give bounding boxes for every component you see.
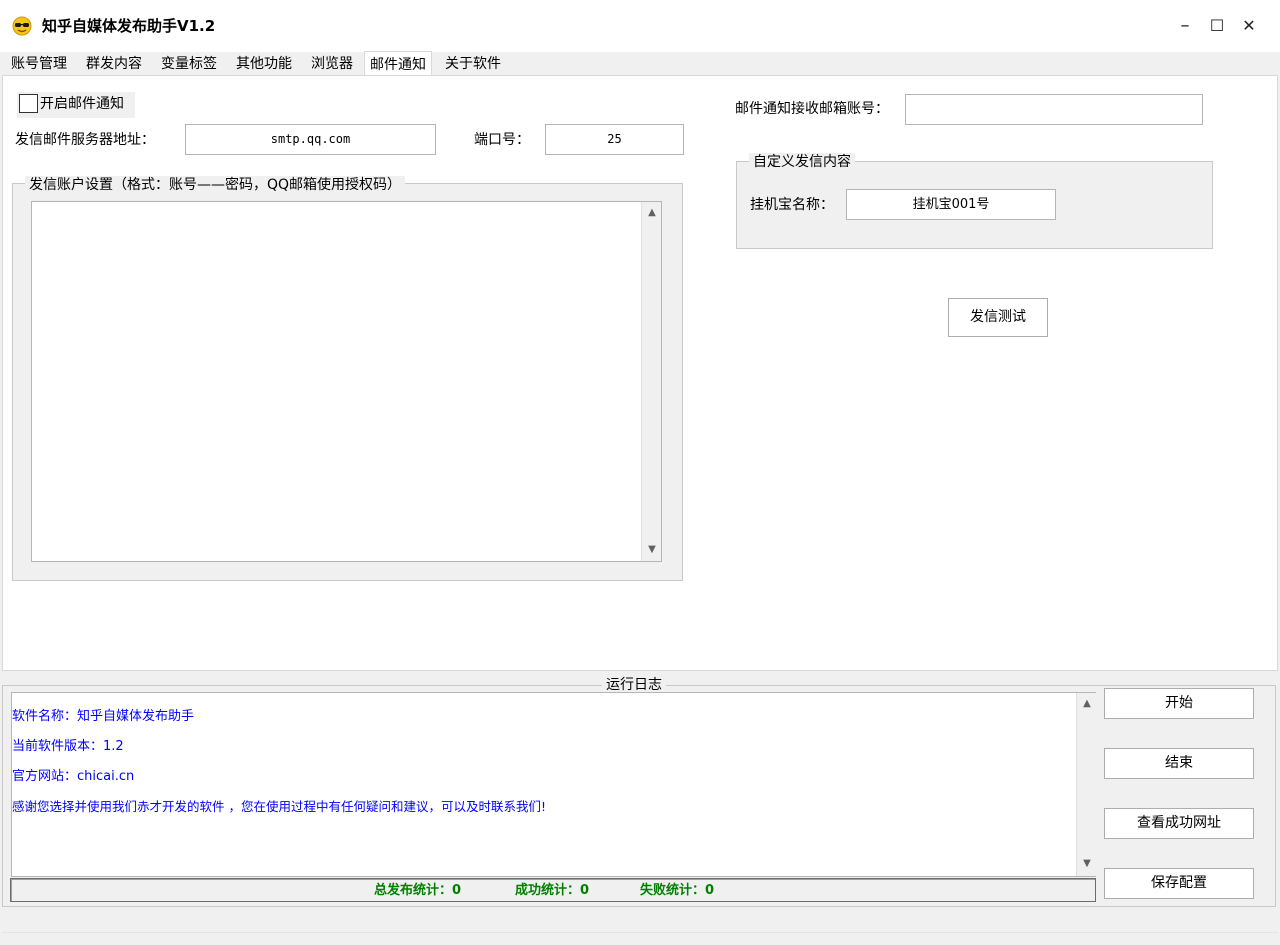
close-button[interactable]: ✕ xyxy=(1234,12,1264,40)
save-config-button[interactable]: 保存配置 xyxy=(1104,868,1254,899)
receiver-email-label: 邮件通知接收邮箱账号： xyxy=(735,101,889,117)
scroll-down-arrow-icon[interactable]: ▼ xyxy=(643,541,661,559)
tab-about[interactable]: 关于软件 xyxy=(443,52,503,76)
minimize-button[interactable]: – xyxy=(1170,12,1200,40)
view-success-urls-button[interactable]: 查看成功网址 xyxy=(1104,808,1254,839)
sender-account-group-label: 发信账户设置（格式：账号——密码，QQ邮箱使用授权码） xyxy=(25,176,406,194)
machine-name-input[interactable]: 挂机宝001号 xyxy=(846,189,1056,220)
maximize-button[interactable]: ☐ xyxy=(1202,12,1232,40)
title-bar: 知乎自媒体发布助手V1.2 – ☐ ✕ xyxy=(0,0,1280,52)
start-button[interactable]: 开始 xyxy=(1104,688,1254,719)
sunglasses-face-icon xyxy=(12,16,32,36)
smtp-server-input[interactable]: smtp.qq.com xyxy=(185,124,436,155)
window-title: 知乎自媒体发布助手V1.2 xyxy=(42,17,216,35)
smtp-server-label: 发信邮件服务器地址： xyxy=(15,132,155,148)
port-label: 端口号： xyxy=(474,132,530,148)
log-textbox[interactable]: 软件名称：知乎自媒体发布助手 当前软件版本：1.2 官方网站：chicai.cn… xyxy=(11,692,1096,877)
account-scrollbar[interactable]: ▲ ▼ xyxy=(641,202,661,561)
success-stat: 成功统计：0 xyxy=(515,883,590,898)
tab-account-management[interactable]: 账号管理 xyxy=(9,52,69,76)
log-line: 软件名称：知乎自媒体发布助手 xyxy=(12,709,195,724)
custom-content-group-label: 自定义发信内容 xyxy=(749,153,855,171)
log-line: 感谢您选择并使用我们赤才开发的软件 ，您在使用过程中有任何疑问和建议，可以及时联… xyxy=(12,799,546,814)
enable-email-label[interactable]: 开启邮件通知 xyxy=(40,94,124,114)
tab-strip: 账号管理 群发内容 变量标签 其他功能 浏览器 邮件通知 关于软件 xyxy=(0,51,1280,78)
scroll-up-arrow-icon[interactable]: ▲ xyxy=(1078,695,1096,713)
tab-browser[interactable]: 浏览器 xyxy=(309,52,355,76)
scroll-down-arrow-icon[interactable]: ▼ xyxy=(1078,855,1096,873)
send-test-button[interactable]: 发信测试 xyxy=(948,298,1048,337)
log-line: 当前软件版本：1.2 xyxy=(12,739,124,754)
fail-stat: 失败统计：0 xyxy=(640,883,715,898)
receiver-email-input[interactable] xyxy=(905,94,1203,125)
machine-name-label: 挂机宝名称： xyxy=(750,197,834,213)
stop-button[interactable]: 结束 xyxy=(1104,748,1254,779)
status-strip xyxy=(2,932,1278,943)
tab-variable-tags[interactable]: 变量标签 xyxy=(159,52,219,76)
sender-account-textarea[interactable] xyxy=(31,201,662,562)
tab-other-functions[interactable]: 其他功能 xyxy=(234,52,294,76)
tab-bulk-content[interactable]: 群发内容 xyxy=(84,52,144,76)
tab-email-notification[interactable]: 邮件通知 xyxy=(364,51,432,78)
total-publish-stat: 总发布统计：0 xyxy=(374,883,462,898)
scroll-up-arrow-icon[interactable]: ▲ xyxy=(643,204,661,222)
port-input[interactable]: 25 xyxy=(545,124,684,155)
log-scrollbar[interactable]: ▲ ▼ xyxy=(1076,693,1096,876)
log-line: 官方网站：chicai.cn xyxy=(12,769,135,784)
enable-email-checkbox[interactable] xyxy=(19,94,38,113)
stats-bar: 总发布统计：0 成功统计：0 失败统计：0 xyxy=(10,878,1096,902)
